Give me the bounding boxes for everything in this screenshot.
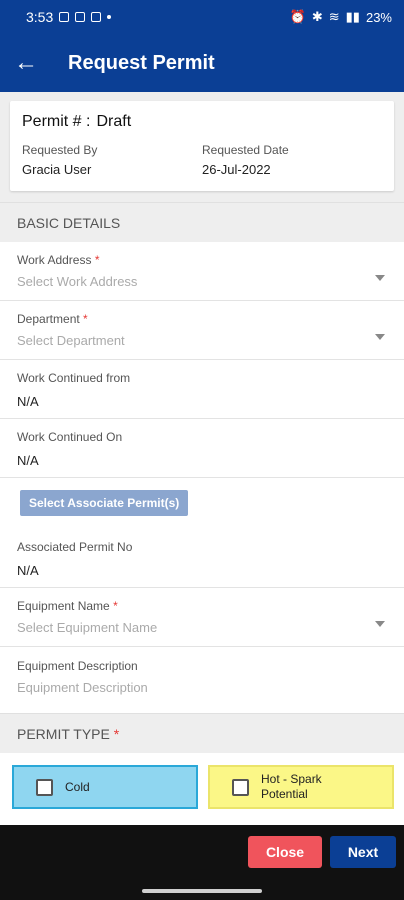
associated-permit-no-value: N/A: [17, 563, 39, 578]
basic-details-header: BASIC DETAILS: [0, 202, 404, 242]
equipment-name-label: Equipment Name *: [17, 599, 118, 613]
image-icon: [59, 12, 70, 22]
form-content[interactable]: Permit # : Draft Requested By Gracia Use…: [0, 92, 404, 825]
checkbox-hot-spark[interactable]: [232, 778, 249, 796]
back-arrow-icon[interactable]: ←: [0, 34, 52, 92]
status-time: 3:53: [26, 9, 54, 25]
work-address-label: Work Address *: [17, 253, 100, 267]
signal-icon: ▮▮: [345, 9, 360, 24]
permit-type-hot-spark-label: Hot - Spark Potential: [261, 772, 322, 801]
requested-by-label: Requested By: [22, 143, 98, 157]
chevron-down-icon: [375, 621, 385, 627]
notification-dot-icon: [107, 15, 112, 19]
work-continued-on-value: N/A: [17, 453, 39, 468]
page-title: Request Permit: [68, 51, 215, 74]
battery-level: 23%: [365, 9, 392, 25]
work-address-placeholder: Select Work Address: [17, 274, 138, 289]
alarm-icon: ⏰: [289, 9, 306, 24]
work-continued-from-field: Work Continued from N/A: [0, 360, 404, 419]
department-placeholder: Select Department: [17, 333, 125, 348]
work-continued-on-label: Work Continued On: [17, 430, 123, 444]
status-bar: 3:53 ⏰ ✱ ≋ ▮▮ 23%: [0, 0, 404, 34]
work-address-dropdown[interactable]: Work Address * Select Work Address: [0, 242, 404, 301]
wifi-icon: ≋: [328, 9, 340, 24]
app-bar: ← Request Permit: [0, 34, 404, 92]
equipment-description-input[interactable]: Equipment Description: [17, 680, 387, 695]
bluetooth-icon: ✱: [311, 9, 323, 24]
close-button[interactable]: Close: [248, 836, 322, 868]
home-gesture-handle[interactable]: [142, 889, 262, 893]
requested-date-label: Requested Date: [202, 143, 289, 157]
permit-type-options: Cold Hot - Spark Potential: [0, 753, 404, 809]
permit-number-label: Permit # :: [22, 113, 91, 130]
permit-type-cold-label: Cold: [65, 780, 90, 794]
work-continued-from-label: Work Continued from: [17, 371, 131, 385]
work-continued-on-field: Work Continued On N/A: [0, 419, 404, 478]
checkbox-cold[interactable]: [36, 778, 53, 796]
equipment-name-placeholder: Select Equipment Name: [17, 620, 158, 635]
permit-type-hot-spark[interactable]: Hot - Spark Potential: [208, 765, 394, 809]
department-label: Department *: [17, 312, 88, 326]
action-bar: Close Next: [0, 825, 404, 879]
associated-permit-no-label: Associated Permit No: [17, 540, 133, 554]
next-button[interactable]: Next: [330, 836, 396, 868]
chevron-down-icon: [375, 334, 385, 340]
checklist-icon: [75, 12, 86, 22]
requested-by-value: Gracia User: [22, 162, 92, 177]
calendar-icon: [91, 12, 102, 22]
equipment-description-label: Equipment Description: [17, 659, 138, 673]
equipment-description-field[interactable]: Equipment Description Equipment Descript…: [0, 647, 404, 713]
permit-type-header: PERMIT TYPE *: [0, 713, 404, 753]
system-nav-bar: [0, 879, 404, 900]
permit-number-value: Draft: [96, 113, 132, 130]
select-associate-permits-button[interactable]: Select Associate Permit(s): [20, 490, 189, 516]
chevron-down-icon: [375, 275, 385, 281]
department-dropdown[interactable]: Department * Select Department: [0, 301, 404, 360]
requested-date-value: 26-Jul-2022: [202, 162, 271, 177]
associated-permit-no-field: Associated Permit No N/A: [0, 528, 404, 588]
work-continued-from-value: N/A: [17, 394, 39, 409]
permit-summary: Permit # : Draft Requested By Gracia Use…: [0, 92, 404, 202]
equipment-name-dropdown[interactable]: Equipment Name * Select Equipment Name: [0, 588, 404, 647]
permit-type-cold[interactable]: Cold: [12, 765, 198, 809]
permit-summary-card: Permit # : Draft Requested By Gracia Use…: [10, 101, 394, 191]
